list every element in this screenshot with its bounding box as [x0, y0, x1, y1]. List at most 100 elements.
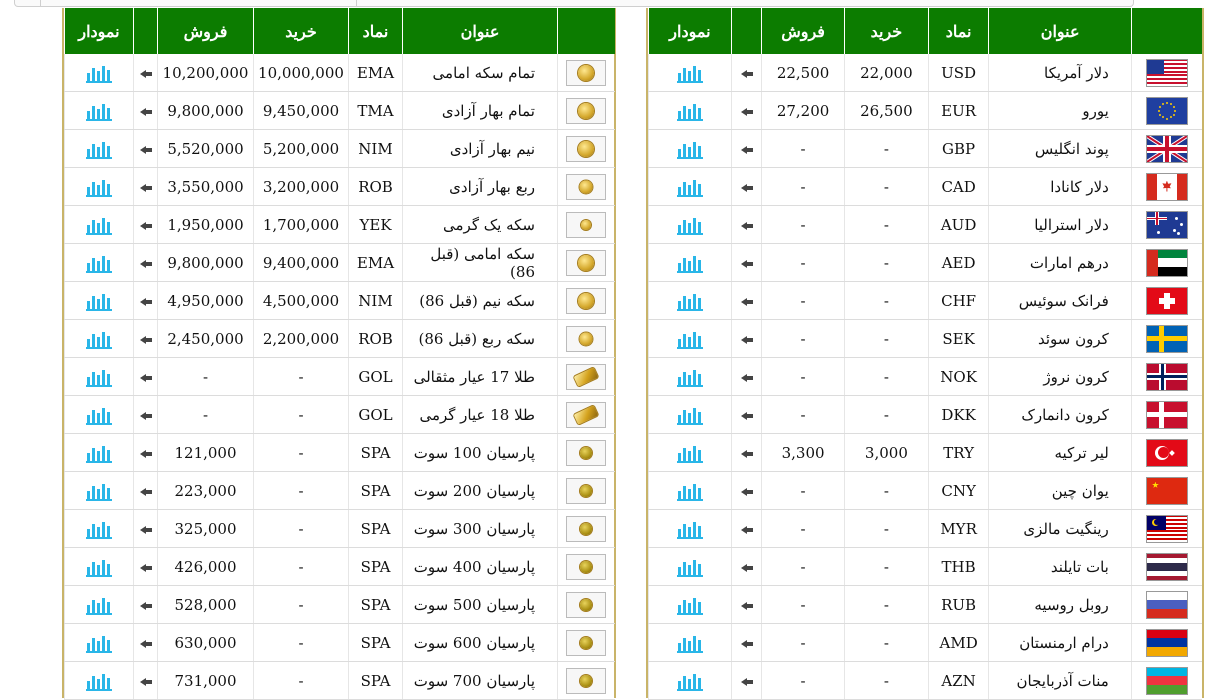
chart-icon[interactable]: [676, 556, 703, 577]
arrow-left-icon[interactable]: [740, 373, 753, 383]
arrow-left-icon[interactable]: [740, 145, 753, 155]
row-chart-link[interactable]: [64, 91, 134, 130]
row-chart-link[interactable]: [648, 167, 732, 206]
arrow-left-icon[interactable]: [139, 639, 152, 649]
row-chart-link[interactable]: [648, 547, 732, 586]
row-chart-link[interactable]: [648, 433, 732, 472]
row-chart-link[interactable]: [64, 623, 134, 662]
arrow-left-icon[interactable]: [139, 449, 152, 459]
arrow-left-icon[interactable]: [740, 601, 753, 611]
arrow-left-icon[interactable]: [740, 563, 753, 573]
row-chart-link[interactable]: [64, 433, 134, 472]
row-chart-link[interactable]: [648, 661, 732, 700]
arrow-left-icon[interactable]: [139, 69, 152, 79]
row-arrow[interactable]: [730, 471, 762, 510]
chart-icon[interactable]: [86, 100, 112, 121]
chart-icon[interactable]: [86, 480, 112, 501]
arrow-left-icon[interactable]: [139, 183, 152, 193]
row-chart-link[interactable]: [648, 243, 732, 282]
arrow-left-icon[interactable]: [139, 411, 152, 421]
row-chart-link[interactable]: [64, 243, 134, 282]
arrow-left-icon[interactable]: [740, 221, 753, 231]
row-arrow[interactable]: [133, 91, 158, 130]
row-chart-link[interactable]: [648, 319, 732, 358]
row-arrow[interactable]: [133, 661, 158, 700]
row-arrow[interactable]: [133, 167, 158, 206]
chart-icon[interactable]: [676, 252, 703, 273]
row-arrow[interactable]: [133, 319, 158, 358]
arrow-left-icon[interactable]: [139, 335, 152, 345]
row-chart-link[interactable]: [64, 547, 134, 586]
row-arrow[interactable]: [730, 357, 762, 396]
row-arrow[interactable]: [730, 243, 762, 282]
row-chart-link[interactable]: [648, 395, 732, 434]
row-chart-link[interactable]: [64, 167, 134, 206]
row-arrow[interactable]: [133, 509, 158, 548]
chart-icon[interactable]: [676, 404, 703, 425]
row-chart-link[interactable]: [64, 319, 134, 358]
chart-icon[interactable]: [676, 176, 703, 197]
chart-icon[interactable]: [676, 632, 703, 653]
arrow-left-icon[interactable]: [740, 335, 753, 345]
row-arrow[interactable]: [730, 281, 762, 320]
arrow-left-icon[interactable]: [139, 563, 152, 573]
row-arrow[interactable]: [133, 243, 158, 282]
row-arrow[interactable]: [730, 54, 762, 92]
chart-icon[interactable]: [86, 62, 112, 83]
chart-icon[interactable]: [676, 138, 703, 159]
chart-icon[interactable]: [86, 594, 112, 615]
chart-icon[interactable]: [676, 442, 703, 463]
row-chart-link[interactable]: [64, 395, 134, 434]
arrow-left-icon[interactable]: [139, 373, 152, 383]
arrow-left-icon[interactable]: [139, 297, 152, 307]
chart-icon[interactable]: [86, 556, 112, 577]
arrow-left-icon[interactable]: [740, 411, 753, 421]
row-chart-link[interactable]: [64, 357, 134, 396]
arrow-left-icon[interactable]: [740, 677, 753, 687]
row-chart-link[interactable]: [64, 129, 134, 168]
chart-icon[interactable]: [86, 138, 112, 159]
row-arrow[interactable]: [133, 281, 158, 320]
row-arrow[interactable]: [730, 585, 762, 624]
row-arrow[interactable]: [133, 205, 158, 244]
chart-icon[interactable]: [86, 366, 112, 387]
chart-icon[interactable]: [86, 214, 112, 235]
row-arrow[interactable]: [730, 205, 762, 244]
row-chart-link[interactable]: [64, 661, 134, 700]
arrow-left-icon[interactable]: [139, 259, 152, 269]
chart-icon[interactable]: [86, 290, 112, 311]
row-arrow[interactable]: [730, 623, 762, 662]
arrow-left-icon[interactable]: [139, 145, 152, 155]
row-chart-link[interactable]: [64, 471, 134, 510]
arrow-left-icon[interactable]: [740, 183, 753, 193]
arrow-left-icon[interactable]: [740, 449, 753, 459]
row-arrow[interactable]: [730, 509, 762, 548]
row-chart-link[interactable]: [648, 281, 732, 320]
row-arrow[interactable]: [133, 585, 158, 624]
row-arrow[interactable]: [730, 319, 762, 358]
arrow-left-icon[interactable]: [740, 525, 753, 535]
chart-icon[interactable]: [86, 442, 112, 463]
chart-icon[interactable]: [86, 328, 112, 349]
arrow-left-icon[interactable]: [740, 487, 753, 497]
arrow-left-icon[interactable]: [139, 601, 152, 611]
chart-icon[interactable]: [86, 632, 112, 653]
arrow-left-icon[interactable]: [740, 69, 753, 79]
chart-icon[interactable]: [676, 214, 703, 235]
row-chart-link[interactable]: [648, 357, 732, 396]
row-chart-link[interactable]: [648, 509, 732, 548]
chart-icon[interactable]: [676, 594, 703, 615]
row-chart-link[interactable]: [648, 585, 732, 624]
row-chart-link[interactable]: [64, 509, 134, 548]
arrow-left-icon[interactable]: [740, 297, 753, 307]
chart-icon[interactable]: [86, 176, 112, 197]
row-arrow[interactable]: [133, 471, 158, 510]
row-chart-link[interactable]: [648, 623, 732, 662]
arrow-left-icon[interactable]: [139, 677, 152, 687]
chart-icon[interactable]: [676, 290, 703, 311]
chart-icon[interactable]: [676, 100, 703, 121]
row-arrow[interactable]: [730, 395, 762, 434]
arrow-left-icon[interactable]: [139, 525, 152, 535]
arrow-left-icon[interactable]: [139, 221, 152, 231]
row-arrow[interactable]: [133, 129, 158, 168]
